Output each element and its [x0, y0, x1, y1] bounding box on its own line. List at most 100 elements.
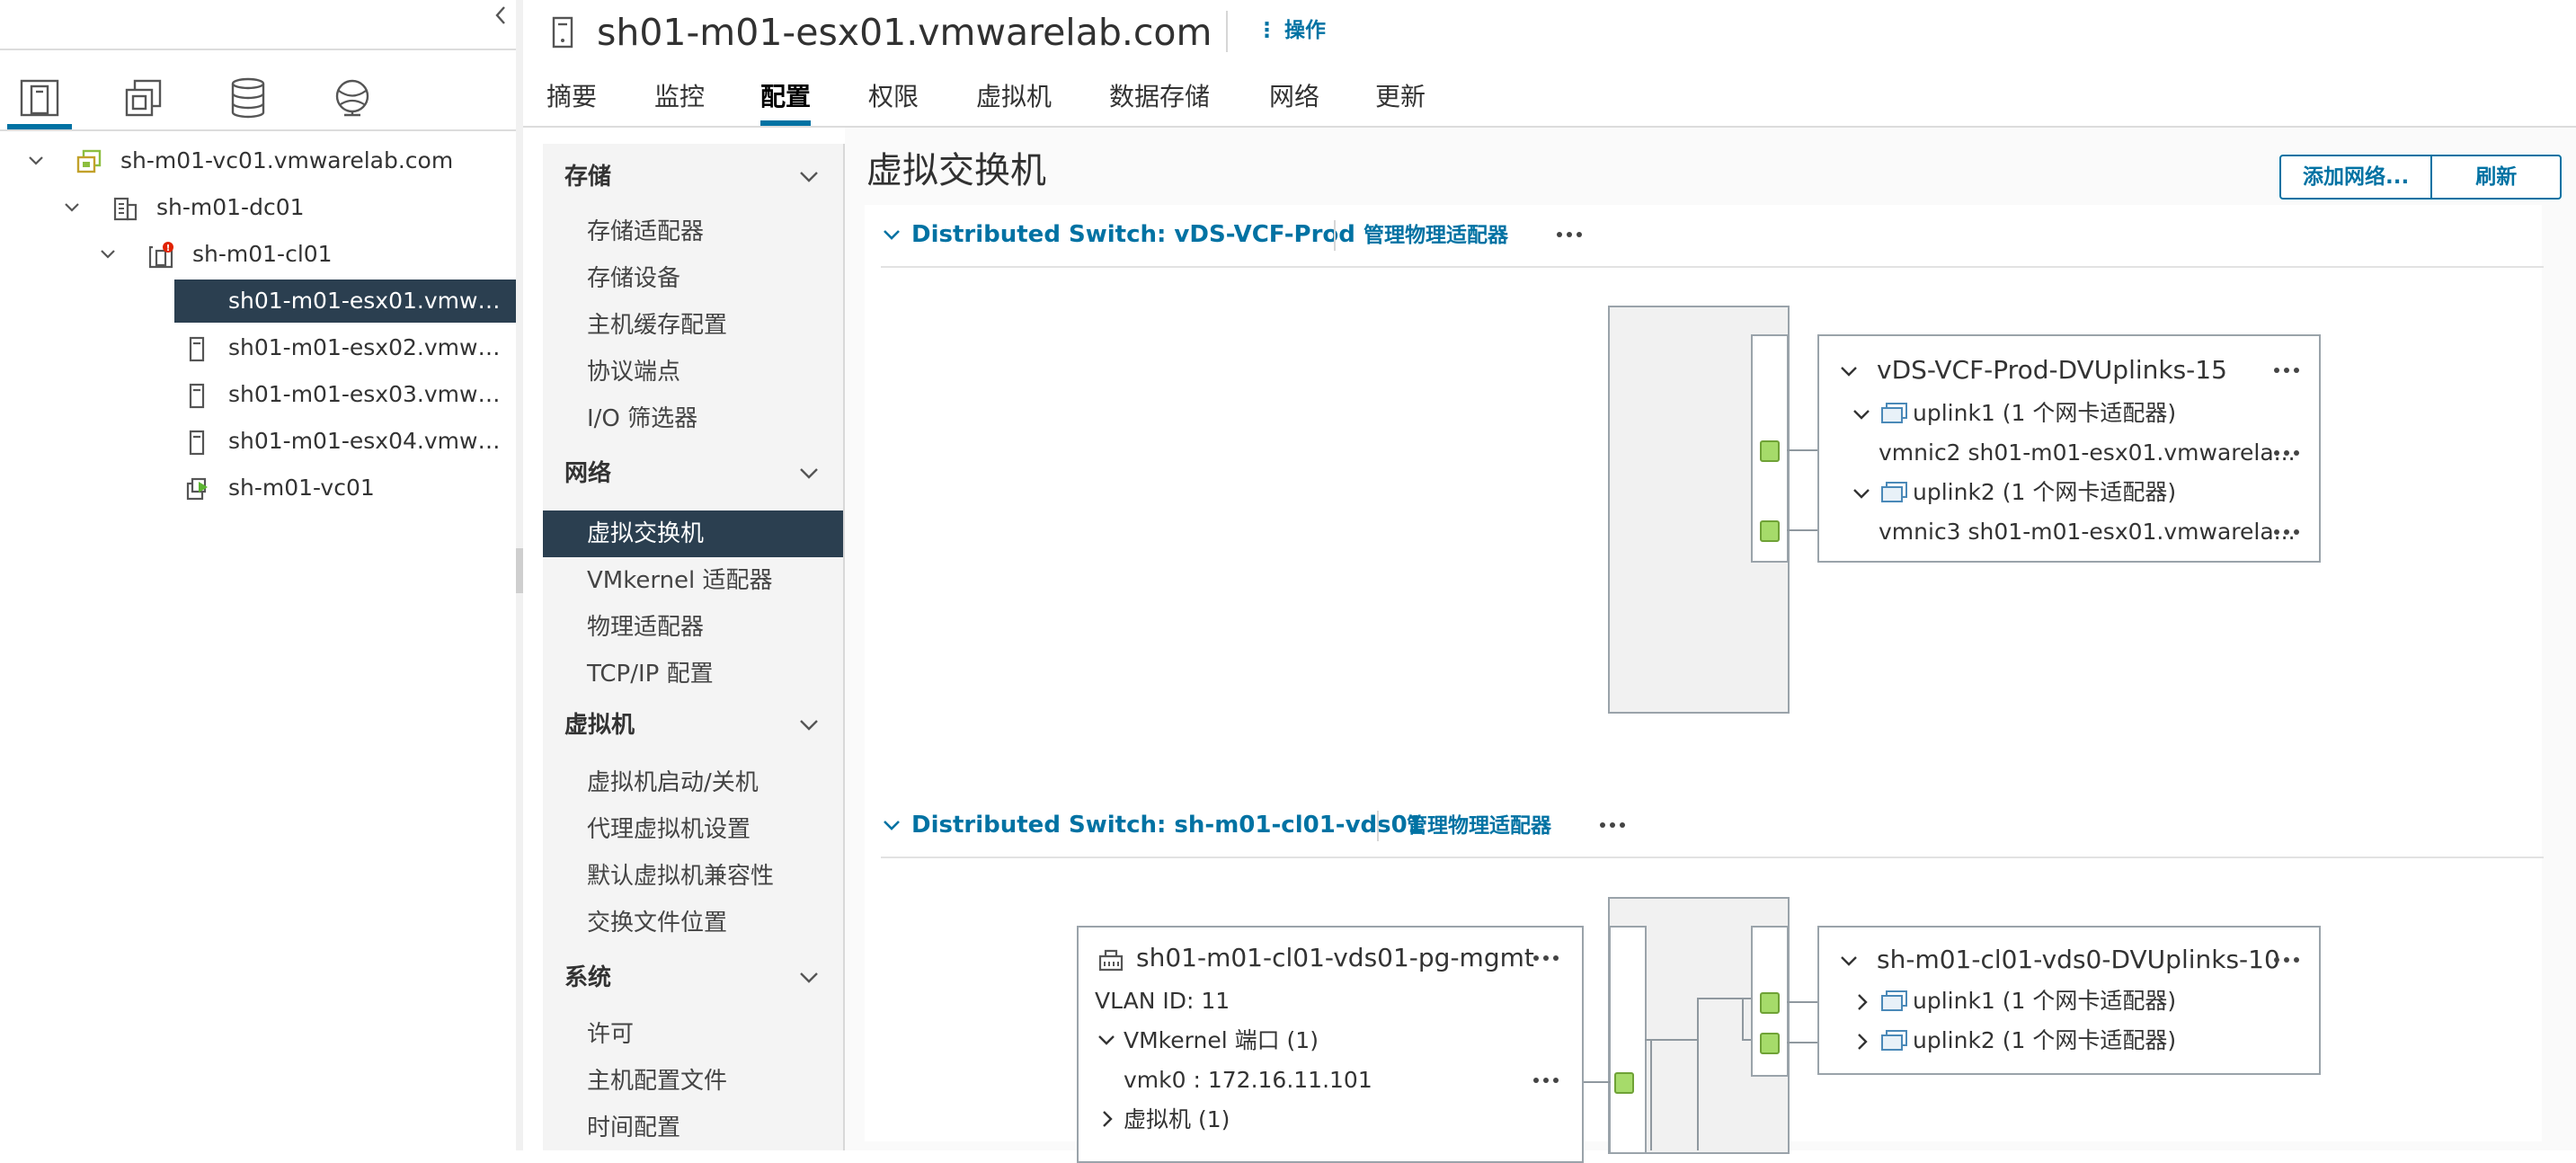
cluster-icon: ! — [148, 242, 173, 269]
submenu-item-tcpip[interactable]: TCP/IP 配置 — [543, 651, 843, 697]
divider — [0, 49, 516, 50]
submenu-item-storage-adapters[interactable]: 存储适配器 — [543, 209, 843, 255]
submenu-item-default-compat[interactable]: 默认虚拟机兼容性 — [543, 853, 843, 900]
submenu-item-protocol-endpoints[interactable]: 协议端点 — [543, 349, 843, 395]
tree-node-datacenter[interactable]: sh-m01-dc01 — [0, 186, 516, 229]
more-horizontal-icon[interactable] — [1530, 945, 1562, 971]
submenu-item-storage-devices[interactable]: 存储设备 — [543, 255, 843, 302]
tree-node-host-selected[interactable]: sh01-m01-esx01.vmwarelab.com — [174, 280, 516, 323]
more-horizontal-icon[interactable] — [1553, 222, 1586, 247]
uplink-port-indicator[interactable] — [1760, 992, 1780, 1014]
vmk-port-indicator[interactable] — [1614, 1072, 1634, 1094]
collapse-navigator-button[interactable] — [485, 0, 516, 31]
chevron-right-icon[interactable] — [1853, 1032, 1871, 1052]
section-title: 虚拟机 — [564, 712, 635, 739]
switch-name[interactable]: Distributed Switch: sh-m01-cl01-vds01 — [911, 803, 1424, 847]
connector-line — [1697, 998, 1699, 1150]
chevron-down-icon[interactable] — [1852, 406, 1871, 424]
chevron-down-icon[interactable] — [1839, 953, 1859, 971]
submenu-item-vmkernel-adapters[interactable]: VMkernel 适配器 — [543, 557, 843, 604]
chevron-down-icon[interactable] — [1852, 485, 1871, 503]
submenu-section-system[interactable]: 系统 — [543, 955, 843, 1000]
uplink-label: uplink2 (1 个网卡适配器) — [1913, 479, 2177, 505]
vmkernel-ports-label: VMkernel 端口 (1) — [1124, 1027, 1319, 1053]
submenu-section-networking[interactable]: 网络 — [543, 451, 843, 496]
more-horizontal-icon[interactable] — [2270, 519, 2303, 545]
tree-node-vm[interactable]: sh-m01-vc01 — [0, 466, 516, 510]
tree-node-label: sh-m01-vc01 — [228, 475, 375, 501]
tab-monitor[interactable]: 监控 — [654, 77, 705, 117]
tab-vms[interactable]: 虚拟机 — [976, 77, 1052, 117]
more-horizontal-icon[interactable] — [2270, 947, 2303, 972]
uplinks-group-name: vDS-VCF-Prod-DVUplinks-15 — [1877, 355, 2227, 385]
splitter-grip[interactable] — [516, 548, 523, 593]
tab-updates[interactable]: 更新 — [1375, 77, 1426, 117]
submenu-item-vm-startup[interactable]: 虚拟机启动/关机 — [543, 759, 843, 806]
chevron-down-icon[interactable] — [27, 152, 45, 170]
chevron-down-icon[interactable] — [1097, 1032, 1116, 1050]
chevron-down-icon[interactable] — [1839, 363, 1859, 381]
tab-storage[interactable] — [214, 68, 282, 128]
uplinks-group-name: sh-m01-cl01-vds0-DVUplinks-10 — [1877, 945, 2280, 974]
submenu-section-vms[interactable]: 虚拟机 — [543, 703, 843, 748]
add-network-button[interactable]: 添加网络... — [2281, 156, 2430, 198]
submenu-item-licensing[interactable]: 许可 — [543, 1011, 843, 1058]
section-title: 存储 — [564, 164, 612, 191]
refresh-button[interactable]: 刷新 — [2430, 156, 2560, 198]
submenu-item-virtual-switches[interactable]: 虚拟交换机 — [543, 510, 843, 557]
tab-networking[interactable] — [318, 68, 386, 128]
tree-node-cluster[interactable]: ! sh-m01-cl01 — [0, 233, 516, 276]
divider — [881, 266, 2544, 268]
submenu-item-host-profile[interactable]: 主机配置文件 — [543, 1058, 843, 1105]
chevron-down-icon[interactable] — [881, 224, 902, 245]
networking-icon — [335, 79, 369, 117]
more-horizontal-icon[interactable] — [2270, 358, 2303, 383]
tree-node-label: sh01-m01-esx01.vmwarelab.com — [228, 288, 509, 314]
actions-label: 操作 — [1284, 19, 1327, 42]
configure-submenu: 存储 存储适配器 存储设备 主机缓存配置 协议端点 I/O 筛选器 网络 虚拟交… — [543, 144, 843, 1150]
uplinks-group-card: sh-m01-cl01-vds0-DVUplinks-10 uplink1 (1… — [1817, 926, 2321, 1075]
tree-node-host[interactable]: sh01-m01-esx04.vmwarelab.com — [0, 420, 516, 463]
uplink-port-indicator[interactable] — [1760, 440, 1780, 462]
pane-splitter[interactable] — [516, 0, 523, 1150]
tab-vms-templates[interactable] — [110, 68, 178, 128]
tree-node-host[interactable]: sh01-m01-esx03.vmwarelab.com — [0, 373, 516, 416]
uplink-port-indicator[interactable] — [1760, 1033, 1780, 1054]
chevron-down-icon[interactable] — [881, 814, 902, 836]
svg-text:!: ! — [166, 244, 171, 253]
actions-menu-button[interactable]: ⋮ 操作 — [1257, 14, 1326, 47]
submenu-item-physical-adapters[interactable]: 物理适配器 — [543, 604, 843, 651]
object-header: sh01-m01-esx01.vmwarelab.com ⋮ 操作 摘要 监控 … — [523, 0, 2576, 128]
submenu-section-storage[interactable]: 存储 — [543, 155, 843, 200]
storage-icon — [231, 77, 265, 119]
more-horizontal-icon[interactable] — [1596, 812, 1629, 838]
tree-node-label: sh-m01-cl01 — [192, 241, 333, 267]
tree-node-label: sh01-m01-esx02.vmwarelab.com — [228, 334, 509, 360]
chevron-down-icon[interactable] — [63, 199, 81, 217]
submenu-item-swap-location[interactable]: 交换文件位置 — [543, 900, 843, 946]
chevron-down-icon[interactable] — [99, 245, 117, 263]
manage-physical-adapters-link[interactable]: 管理物理适配器 — [1364, 213, 1508, 258]
tab-summary[interactable]: 摘要 — [546, 77, 597, 117]
submenu-item-host-cache[interactable]: 主机缓存配置 — [543, 302, 843, 349]
more-horizontal-icon[interactable] — [2270, 440, 2303, 466]
submenu-item-agent-vm[interactable]: 代理虚拟机设置 — [543, 806, 843, 853]
tree-node-host[interactable]: sh01-m01-esx02.vmwarelab.com — [0, 326, 516, 369]
uplink-port-indicator[interactable] — [1760, 520, 1780, 542]
button-group: 添加网络... 刷新 — [2279, 155, 2563, 200]
more-horizontal-icon[interactable] — [1530, 1068, 1562, 1093]
tree-node-label: sh01-m01-esx04.vmwarelab.com — [228, 428, 509, 454]
tab-permissions[interactable]: 权限 — [868, 77, 919, 117]
switch-name[interactable]: Distributed Switch: vDS-VCF-Prod — [911, 213, 1355, 256]
tab-hosts-clusters[interactable] — [5, 68, 74, 129]
uplink-label: uplink1 (1 个网卡适配器) — [1913, 400, 2177, 426]
tab-configure[interactable]: 配置 — [760, 77, 812, 126]
submenu-item-io-filters[interactable]: I/O 筛选器 — [543, 395, 843, 442]
tab-networks[interactable]: 网络 — [1269, 77, 1319, 117]
manage-physical-adapters-link[interactable]: 管理物理适配器 — [1407, 803, 1551, 848]
chevron-right-icon[interactable] — [1098, 1109, 1116, 1129]
submenu-item-time-config[interactable]: 时间配置 — [543, 1105, 843, 1151]
tree-node-vcenter[interactable]: sh-m01-vc01.vmwarelab.com — [0, 139, 516, 182]
chevron-right-icon[interactable] — [1853, 992, 1871, 1012]
tab-datastores[interactable]: 数据存储 — [1109, 77, 1210, 117]
